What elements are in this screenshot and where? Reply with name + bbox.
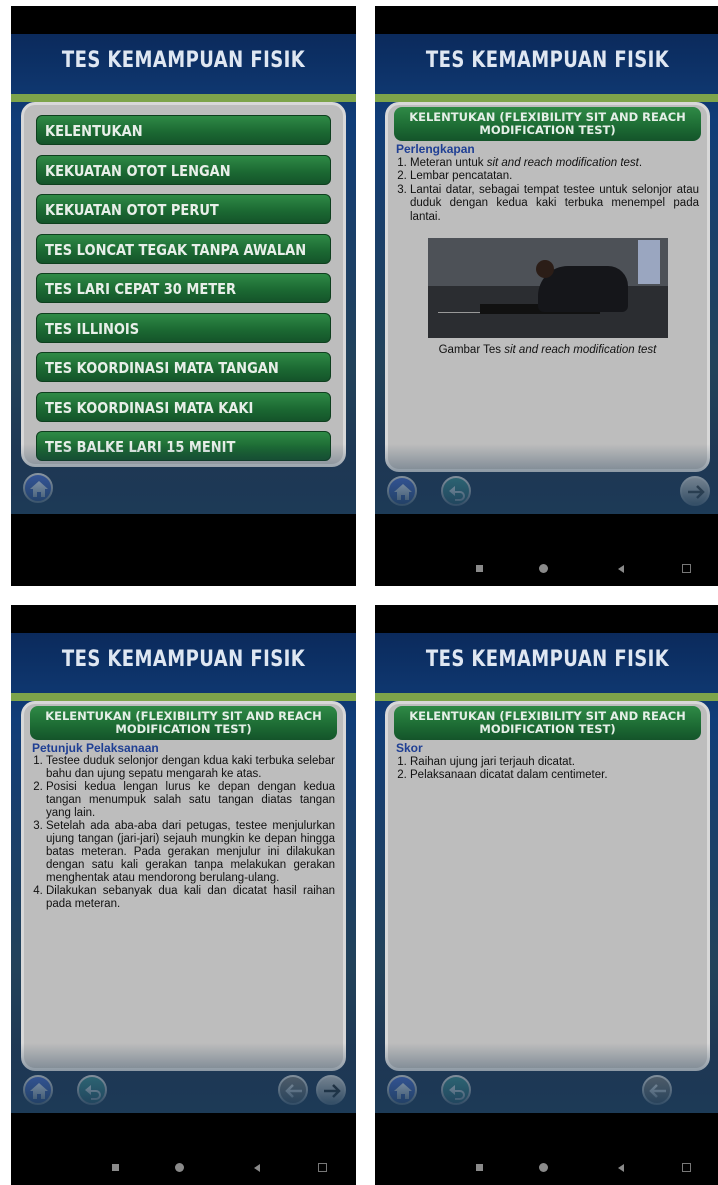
bottom-nav (21, 1073, 346, 1107)
detail-body: Petunjuk Pelaksanaan Testee duduk selonj… (24, 740, 343, 911)
app-title: TES KEMAMPUAN FISIK (61, 647, 306, 672)
menu-item-label: TES LARI CEPAT 30 METER (45, 280, 237, 298)
home-icon (394, 484, 412, 500)
list-item: Raihan ujung jari terjauh dicatat. (410, 756, 699, 770)
home-icon (30, 1083, 48, 1099)
home-button[interactable] (23, 473, 53, 503)
next-button[interactable] (680, 476, 710, 506)
detail-body: Perlengkapan Meteran untuk sit and reach… (388, 141, 707, 358)
back-icon (449, 1085, 465, 1100)
menu-item-label: KELENTUKAN (45, 122, 143, 140)
section-heading: Petunjuk Pelaksanaan (32, 741, 159, 755)
recents-icon[interactable] (476, 1164, 483, 1171)
app-title: TES KEMAMPUAN FISIK (425, 647, 670, 672)
back-triangle-icon[interactable] (618, 565, 624, 573)
list-item: Testee duduk selonjor dengan kdua kaki t… (46, 755, 335, 781)
detail-header: KELENTUKAN (FLEXIBILITY SIT AND REACH MO… (394, 706, 701, 740)
menu-item-kekuatan-otot-lengan[interactable]: KEKUATAN OTOT LENGAN (36, 154, 331, 185)
phone-screen-equipment: TES KEMAMPUAN FISIK KELENTUKAN (FLEXIBIL… (375, 6, 718, 586)
score-list: Raihan ujung jari terjauh dicatat. Pelak… (396, 756, 699, 783)
arrow-right-icon (324, 1084, 341, 1098)
instructions-list: Testee duduk selonjor dengan kdua kaki t… (32, 755, 335, 911)
recents-icon[interactable] (476, 565, 483, 572)
equipment-list: Meteran untuk sit and reach modification… (396, 157, 699, 225)
back-icon (85, 1085, 101, 1100)
phone-screen-instructions: TES KEMAMPUAN FISIK KELENTUKAN (FLEXIBIL… (11, 605, 356, 1185)
content-panel: KELENTUKAN (FLEXIBILITY SIT AND REACH MO… (21, 701, 346, 1071)
recents-icon[interactable] (112, 1164, 119, 1171)
list-item: Lembar pencatatan. (410, 170, 699, 184)
list-item: Meteran untuk sit and reach modification… (410, 157, 699, 171)
home-icon (394, 1083, 412, 1099)
home-button[interactable] (387, 1075, 417, 1105)
system-nav-bar (11, 1160, 356, 1180)
menu-item-label: TES KOORDINASI MATA KAKI (45, 398, 254, 417)
sit-and-reach-photo (427, 238, 668, 338)
app-screen: TES KEMAMPUAN FISIK KELENTUKAN (FLEXIBIL… (375, 633, 718, 1113)
phone-screen-menu: TES KEMAMPUAN FISIK KELENTUKAN KEKUATAN … (11, 6, 356, 586)
menu-item-label: TES LONCAT TEGAK TANPA AWALAN (45, 240, 307, 259)
app-title: TES KEMAMPUAN FISIK (425, 48, 670, 73)
menu-item-label: KEKUATAN OTOT PERUT (45, 201, 219, 219)
app-screen: TES KEMAMPUAN FISIK KELENTUKAN (FLEXIBIL… (375, 34, 718, 514)
back-button[interactable] (441, 1075, 471, 1105)
list-item: Pelaksanaan dicatat dalam centimeter. (410, 769, 699, 783)
system-nav-bar (375, 1160, 718, 1180)
content-panel: KELENTUKAN (FLEXIBILITY SIT AND REACH MO… (385, 701, 710, 1071)
list-item: Setelah ada aba-aba dari petugas, testee… (46, 820, 335, 885)
app-title: TES KEMAMPUAN FISIK (61, 48, 306, 73)
detail-body: Skor Raihan ujung jari terjauh dicatat. … (388, 740, 707, 783)
content-panel: KELENTUKAN (FLEXIBILITY SIT AND REACH MO… (385, 102, 710, 472)
home-icon (30, 481, 48, 497)
arrow-right-icon (688, 485, 705, 499)
arrow-left-icon (649, 1084, 666, 1098)
list-item: Lantai datar, sebagai tempat testee untu… (410, 184, 699, 225)
bottom-nav (385, 474, 710, 508)
screen-rotate-icon[interactable] (682, 564, 691, 573)
phone-screen-score: TES KEMAMPUAN FISIK KELENTUKAN (FLEXIBIL… (375, 605, 718, 1185)
list-item: Dilakukan sebanyak dua kali dan dicatat … (46, 885, 335, 911)
list-item: Posisi kedua lengan lurus ke depan denga… (46, 781, 335, 820)
detail-header: KELENTUKAN (FLEXIBILITY SIT AND REACH MO… (30, 706, 337, 740)
menu-item-balke[interactable]: TES BALKE LARI 15 MENIT (36, 431, 331, 461)
system-nav-bar (375, 561, 718, 581)
menu-item-label: TES KOORDINASI MATA TANGAN (45, 359, 279, 377)
menu-item-lari-cepat[interactable]: TES LARI CEPAT 30 METER (36, 273, 331, 303)
menu-item-label: TES ILLINOIS (45, 319, 140, 338)
previous-button[interactable] (278, 1075, 308, 1105)
app-screen: TES KEMAMPUAN FISIK KELENTUKAN KEKUATAN … (11, 34, 356, 514)
home-button[interactable] (23, 1075, 53, 1105)
menu-item-koordinasi-mata-kaki[interactable]: TES KOORDINASI MATA KAKI (36, 391, 331, 422)
menu-item-kekuatan-otot-perut[interactable]: KEKUATAN OTOT PERUT (36, 194, 331, 224)
menu-item-loncat-tegak[interactable]: TES LONCAT TEGAK TANPA AWALAN (36, 233, 331, 264)
home-circle-icon[interactable] (539, 564, 548, 573)
bottom-nav (21, 471, 346, 505)
menu-item-koordinasi-mata-tangan[interactable]: TES KOORDINASI MATA TANGAN (36, 352, 331, 382)
back-icon (449, 486, 465, 501)
back-button[interactable] (77, 1075, 107, 1105)
back-button[interactable] (441, 476, 471, 506)
menu-item-kelentukan[interactable]: KELENTUKAN (36, 115, 331, 145)
section-heading: Skor (396, 741, 423, 755)
next-button[interactable] (316, 1075, 346, 1105)
bottom-nav (385, 1073, 710, 1107)
menu-panel: KELENTUKAN KEKUATAN OTOT LENGAN KEKUATAN… (21, 102, 346, 467)
detail-header: KELENTUKAN (FLEXIBILITY SIT AND REACH MO… (394, 107, 701, 141)
arrow-left-icon (285, 1084, 302, 1098)
menu-item-label: KEKUATAN OTOT LENGAN (45, 161, 231, 180)
menu-item-illinois[interactable]: TES ILLINOIS (36, 312, 331, 343)
menu-item-label: TES BALKE LARI 15 MENIT (45, 438, 236, 456)
section-heading: Perlengkapan (396, 142, 475, 156)
home-button[interactable] (387, 476, 417, 506)
photo-caption: Gambar Tes sit and reach modification te… (438, 344, 657, 356)
app-screen: TES KEMAMPUAN FISIK KELENTUKAN (FLEXIBIL… (11, 633, 356, 1113)
previous-button[interactable] (642, 1075, 672, 1105)
